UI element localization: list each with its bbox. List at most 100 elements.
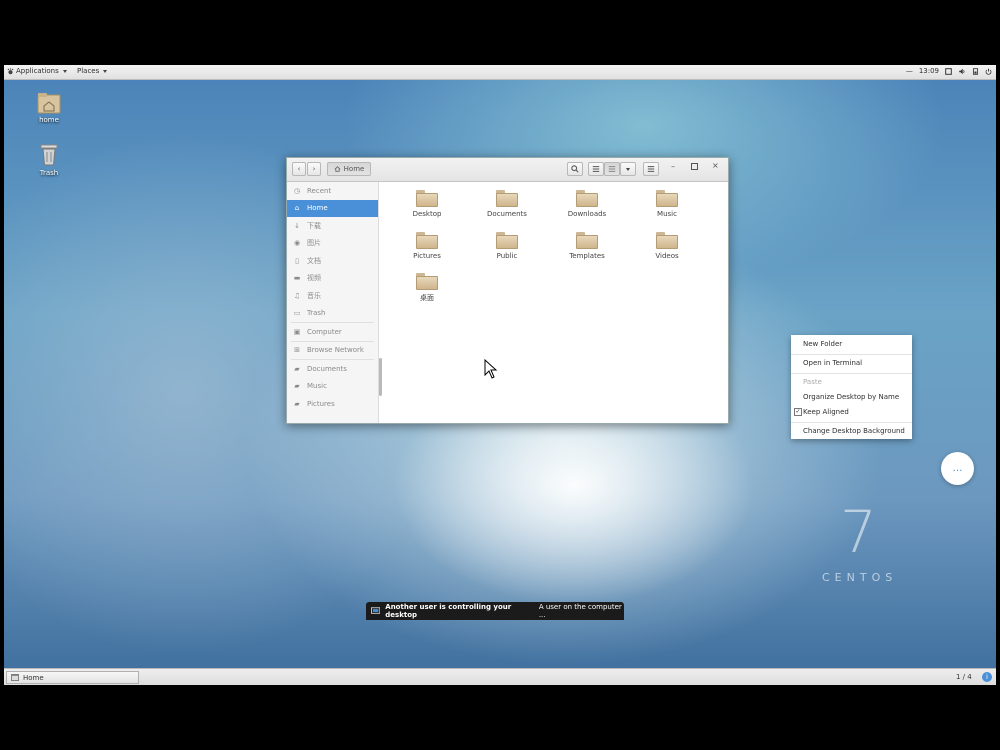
folder-item[interactable]: Desktop <box>397 190 457 218</box>
folder-label: Desktop <box>412 210 442 218</box>
menu-item-new-folder[interactable]: New Folder <box>803 340 842 348</box>
menu-item-open-terminal[interactable]: Open in Terminal <box>803 359 862 367</box>
menu-item-organize[interactable]: Organize Desktop by Name <box>803 393 899 401</box>
sidebar-item-bookmark-documents[interactable]: ▰ Documents <box>287 360 378 378</box>
list-view-button[interactable] <box>588 162 604 176</box>
folder-item[interactable]: Downloads <box>557 190 617 218</box>
folder-item[interactable]: Videos <box>637 232 697 260</box>
sidebar-item-music[interactable]: ♫ 音乐 <box>287 287 378 305</box>
places-menu[interactable]: Places <box>77 67 108 75</box>
desktop-icon-trash[interactable]: Trash <box>19 143 79 177</box>
trash-icon <box>40 144 58 166</box>
menu-button[interactable] <box>643 162 659 176</box>
folder-icon <box>496 232 518 249</box>
chevron-left-icon: ‹ <box>297 165 301 173</box>
applications-menu[interactable]: Applications <box>7 67 67 75</box>
sidebar-item-label: Pictures <box>307 399 335 408</box>
sidebar-item-downloads[interactable]: ↓ 下载 <box>287 217 378 235</box>
folder-icon <box>416 190 438 207</box>
mouse-cursor-icon <box>484 359 498 379</box>
desktop-icon-home[interactable]: home <box>19 92 79 124</box>
forward-button[interactable]: › <box>307 162 321 176</box>
folder-item[interactable]: 桌面 <box>397 273 457 303</box>
more-dots-icon: … <box>952 463 963 474</box>
desktop[interactable]: Applications Places — 13:09 home Trash ‹… <box>4 65 996 685</box>
folder-icon <box>656 232 678 249</box>
volume-icon[interactable] <box>958 68 966 75</box>
window-icon <box>11 674 19 681</box>
display-icon[interactable] <box>945 67 952 75</box>
sidebar-item-label: Music <box>307 382 327 391</box>
power-icon[interactable] <box>985 68 992 75</box>
folder-label: Music <box>657 210 677 218</box>
sidebar-item-recent[interactable]: ◷ Recent <box>287 182 378 200</box>
sidebar-item-bookmark-music[interactable]: ▰ Music <box>287 378 378 396</box>
sidebar-item-label: 图片 <box>307 239 321 248</box>
menu-divider <box>791 422 912 423</box>
grid-view-icon <box>608 166 616 172</box>
back-button[interactable]: ‹ <box>292 162 306 176</box>
workspace-indicator[interactable]: 1 / 4 <box>956 673 972 681</box>
taskbar-item-label: Home <box>23 673 44 682</box>
taskbar-item-home[interactable]: Home <box>6 671 139 684</box>
checkbox-checked-icon[interactable]: ✓ <box>794 408 802 416</box>
desktop-icon-label: Trash <box>39 169 59 177</box>
view-options-button[interactable] <box>620 162 636 176</box>
menu-divider <box>791 354 912 355</box>
header-bar: ‹ › Home – × <box>287 158 728 182</box>
close-icon[interactable]: × <box>712 161 719 170</box>
places-label: Places <box>77 67 100 75</box>
search-button[interactable] <box>567 162 583 176</box>
sidebar-item-label: 文档 <box>307 256 321 265</box>
folder-label: Public <box>496 252 518 260</box>
folder-icon: ▰ <box>294 364 300 373</box>
sidebar-scrollbar[interactable] <box>379 358 382 396</box>
clock[interactable]: 13:09 <box>919 67 939 75</box>
sidebar: ◷ Recent ⌂ Home ↓ 下载 ◉ 图片 ▯ 文档 ▬ 视频 ♫ 音乐 ▭ Trash… <box>287 182 379 423</box>
folder-icon <box>576 190 598 207</box>
folder-item[interactable]: Documents <box>477 190 537 218</box>
folder-icon <box>576 232 598 249</box>
file-manager-window[interactable]: ‹ › Home – × ◷ Recent ⌂ Home ↓ 下载 ◉ 图片 ▯… <box>286 157 729 424</box>
minimize-icon[interactable]: – <box>671 162 675 171</box>
camera-icon: ◉ <box>293 239 301 248</box>
maximize-icon[interactable] <box>691 163 698 170</box>
notification-banner[interactable]: Another user is controlling your desktop… <box>366 602 624 620</box>
sidebar-item-computer[interactable]: ▣ Computer <box>287 323 378 341</box>
home-icon: ⌂ <box>294 204 300 213</box>
notification-title: Another user is controlling your desktop <box>385 603 512 619</box>
overflow-button[interactable]: … <box>941 452 974 485</box>
sidebar-item-label: 视频 <box>307 274 321 283</box>
chevron-down-icon <box>62 69 67 73</box>
sidebar-item-browse-network[interactable]: ⊞ Browse Network <box>287 342 378 360</box>
sidebar-item-label: Computer <box>307 327 342 336</box>
menu-item-keep-aligned[interactable]: Keep Aligned <box>803 408 849 416</box>
grid-view-button[interactable] <box>604 162 620 176</box>
sidebar-item-documents[interactable]: ▯ 文档 <box>287 252 378 270</box>
sidebar-item-pictures[interactable]: ◉ 图片 <box>287 235 378 253</box>
notification-body: A user on the computer ... <box>538 603 622 619</box>
sidebar-item-home[interactable]: ⌂ Home <box>287 199 378 217</box>
screen-share-icon <box>371 607 381 614</box>
folder-item[interactable]: Templates <box>557 232 617 260</box>
folder-item[interactable]: Music <box>637 190 697 218</box>
folder-label: Templates <box>569 252 605 260</box>
menu-item-change-background[interactable]: Change Desktop Background <box>803 427 905 435</box>
sidebar-item-videos[interactable]: ▬ 视频 <box>287 270 378 288</box>
folder-icon <box>656 190 678 207</box>
sidebar-item-label: Home <box>307 204 328 213</box>
system-tray[interactable]: — 13:09 <box>906 67 992 75</box>
centos-logo-word: CENTOS <box>822 571 898 584</box>
list-view-icon <box>592 166 600 172</box>
notification-icon[interactable]: i <box>982 672 992 682</box>
folder-item[interactable]: Public <box>477 232 537 260</box>
location-label: Home <box>343 165 365 173</box>
battery-icon[interactable] <box>972 67 979 75</box>
sidebar-item-bookmark-pictures[interactable]: ▰ Pictures <box>287 395 378 413</box>
location-home-button[interactable]: Home <box>327 162 371 176</box>
sidebar-item-label: Trash <box>307 309 326 318</box>
hamburger-icon <box>647 166 655 172</box>
folder-icon: ▰ <box>294 399 300 408</box>
sidebar-item-trash[interactable]: ▭ Trash <box>287 305 378 323</box>
folder-item[interactable]: Pictures <box>397 232 457 260</box>
